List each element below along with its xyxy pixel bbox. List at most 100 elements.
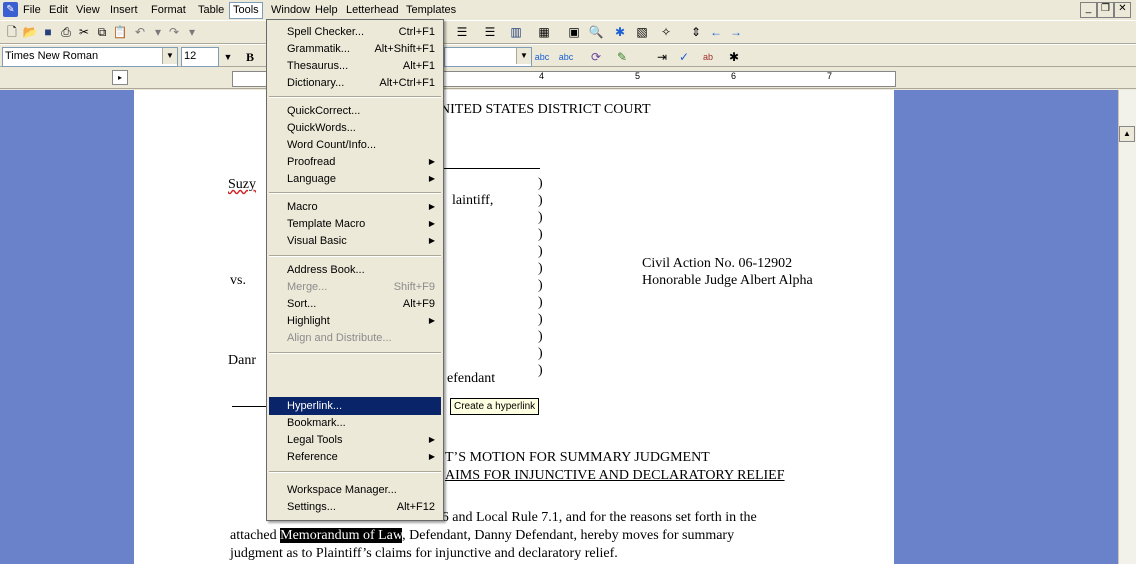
menu-item-word-count[interactable]: Word Count/Info...: [269, 136, 441, 154]
body-text: judgment as to Plaintiff’s claims for in…: [230, 546, 618, 561]
redo-icon[interactable]: ↷: [166, 24, 182, 40]
image-icon[interactable]: ▧: [634, 24, 650, 40]
menu-templates[interactable]: Templates: [403, 3, 459, 18]
table-icon[interactable]: ▦: [536, 24, 552, 40]
menu-item-label: Grammatik...: [287, 43, 350, 55]
body-text: attached Memorandum of Law, Defendant, D…: [230, 528, 734, 544]
highlight-icon[interactable]: ✎: [614, 49, 630, 65]
case-icon[interactable]: ab: [700, 49, 716, 65]
open-icon[interactable]: 📂: [22, 24, 38, 40]
property-bar: Times New Roman ▼ 12 ▼ B ▼ abc abc ⟳ ✎ ⇥…: [0, 44, 1136, 67]
zoom-icon[interactable]: 🔍: [588, 24, 604, 40]
menu-item-bookmark[interactable]: Bookmark...: [269, 414, 441, 432]
document-page[interactable]: NITED STATES DISTRICT COURT Suzy laintif…: [134, 90, 894, 564]
menu-item-template-macro[interactable]: Template Macro ▶: [269, 215, 441, 233]
font-size-select[interactable]: 12: [181, 47, 219, 67]
numbering-icon[interactable]: ☰: [454, 24, 470, 40]
undo-icon[interactable]: ↶: [132, 24, 148, 40]
menu-letterhead[interactable]: Letterhead: [343, 3, 402, 18]
tab-type-button[interactable]: ▸: [112, 70, 128, 85]
new-icon[interactable]: 🗋: [4, 24, 20, 40]
defendant-name: Danr: [228, 353, 256, 368]
save-icon[interactable]: ■: [40, 24, 56, 40]
indent-icon[interactable]: ⇥: [654, 49, 670, 65]
selected-text[interactable]: Memorandum of Law: [280, 528, 403, 543]
menu-item-language[interactable]: Language ▶: [269, 170, 441, 188]
submenu-arrow-icon: ▶: [428, 435, 435, 444]
defendant-label: efendant: [447, 371, 496, 386]
menu-edit[interactable]: Edit: [46, 3, 71, 18]
menu-window[interactable]: Window: [268, 3, 313, 18]
copy-icon[interactable]: ⧉: [94, 24, 110, 40]
gear-icon[interactable]: ✱: [612, 24, 628, 40]
app-icon[interactable]: ✎: [3, 2, 18, 17]
restore-button[interactable]: ❐: [1097, 2, 1114, 18]
menu-item-quickwords[interactable]: QuickWords...: [269, 119, 441, 137]
menu-item-merge: Merge... Shift+F9: [269, 278, 441, 296]
menu-item-thesaurus[interactable]: Thesaurus... Alt+F1: [269, 57, 441, 75]
chevron-down-icon[interactable]: ▼: [220, 49, 236, 65]
style-select[interactable]: ▼: [444, 47, 532, 67]
menu-item-legal-tools[interactable]: Legal Tools ▶: [269, 431, 441, 449]
chevron-down-icon[interactable]: ▼: [516, 48, 531, 64]
civil-action-number: Civil Action No. 06-12902: [642, 256, 793, 271]
chart-icon[interactable]: ▣: [566, 24, 582, 40]
shape-icon[interactable]: ✧: [658, 24, 674, 40]
menu-item-macro[interactable]: Macro ▶: [269, 198, 441, 216]
paste-icon[interactable]: 📋: [112, 24, 128, 40]
menu-item-label: Dictionary...: [287, 77, 345, 89]
menu-item-label: Address Book...: [287, 264, 365, 276]
menu-item-label: Visual Basic: [287, 235, 347, 247]
menu-item-workspace-manager[interactable]: Workspace Manager...: [269, 481, 441, 499]
minimize-button[interactable]: _: [1080, 2, 1097, 18]
cut-icon[interactable]: ✂: [76, 24, 92, 40]
menu-table[interactable]: Table: [195, 3, 227, 18]
font-name-select[interactable]: Times New Roman ▼: [2, 47, 178, 67]
menu-item-visual-basic[interactable]: Visual Basic ▶: [269, 232, 441, 250]
scroll-up-button[interactable]: ▲: [1119, 126, 1135, 142]
menu-file[interactable]: File: [20, 3, 44, 18]
bullets-icon[interactable]: ☰: [482, 24, 498, 40]
bold-button[interactable]: B: [242, 49, 258, 65]
back-arrow-icon[interactable]: ←: [708, 24, 724, 40]
menu-item-settings[interactable]: Settings... Alt+F12: [269, 498, 441, 516]
menu-item-sort[interactable]: Sort... Alt+F9: [269, 295, 441, 313]
caption-paren: ): [538, 363, 543, 378]
menu-item-proofread[interactable]: Proofread ▶: [269, 153, 441, 171]
menu-help[interactable]: Help: [312, 3, 341, 18]
menu-bar: ✎ File Edit View Insert Format Table Too…: [0, 0, 1136, 20]
dropdown-arrow-icon[interactable]: ▾: [184, 24, 200, 40]
print-icon[interactable]: ⎙: [58, 24, 74, 40]
chevron-down-icon[interactable]: ▼: [162, 48, 177, 64]
menu-item-dictionary[interactable]: Dictionary... Alt+Ctrl+F1: [269, 74, 441, 92]
spellcheck-icon[interactable]: ✓: [676, 49, 692, 65]
menu-item-shortcut: Shift+F9: [393, 281, 435, 293]
spell-icon[interactable]: abc: [534, 49, 550, 65]
menu-item-label: Language: [287, 173, 336, 185]
submenu-arrow-icon: ▶: [428, 316, 435, 325]
menu-separator: [269, 96, 441, 98]
menu-insert[interactable]: Insert: [107, 3, 141, 18]
menu-item-highlight[interactable]: Highlight ▶: [269, 312, 441, 330]
menu-item-label: Template Macro: [287, 218, 366, 230]
format-icon[interactable]: ⟳: [588, 49, 604, 65]
menu-item-address-book[interactable]: Address Book...: [269, 261, 441, 279]
menu-view[interactable]: View: [73, 3, 103, 18]
columns-icon[interactable]: ▥: [508, 24, 524, 40]
grammar-icon[interactable]: abc: [558, 49, 574, 65]
vertical-scrollbar[interactable]: [1118, 90, 1136, 564]
menu-item-hyperlink[interactable]: Hyperlink...: [269, 397, 441, 415]
menu-item-spell-checker[interactable]: Spell Checker... Ctrl+F1: [269, 23, 441, 41]
menu-item-label: Align and Distribute...: [287, 332, 392, 344]
dropdown-arrow-icon[interactable]: ▾: [150, 24, 166, 40]
caption-paren: ): [538, 346, 543, 361]
menu-tools[interactable]: Tools: [229, 2, 263, 19]
menu-item-quickcorrect[interactable]: QuickCorrect...: [269, 102, 441, 120]
forward-arrow-icon[interactable]: →: [728, 24, 744, 40]
menu-item-grammatik[interactable]: Grammatik... Alt+Shift+F1: [269, 40, 441, 58]
shadow-icon[interactable]: ✱: [726, 49, 742, 65]
menu-item-reference[interactable]: Reference ▶: [269, 448, 441, 466]
menu-format[interactable]: Format: [148, 3, 189, 18]
navigate-icon[interactable]: ⇕: [688, 24, 704, 40]
close-button[interactable]: ✕: [1114, 2, 1131, 18]
